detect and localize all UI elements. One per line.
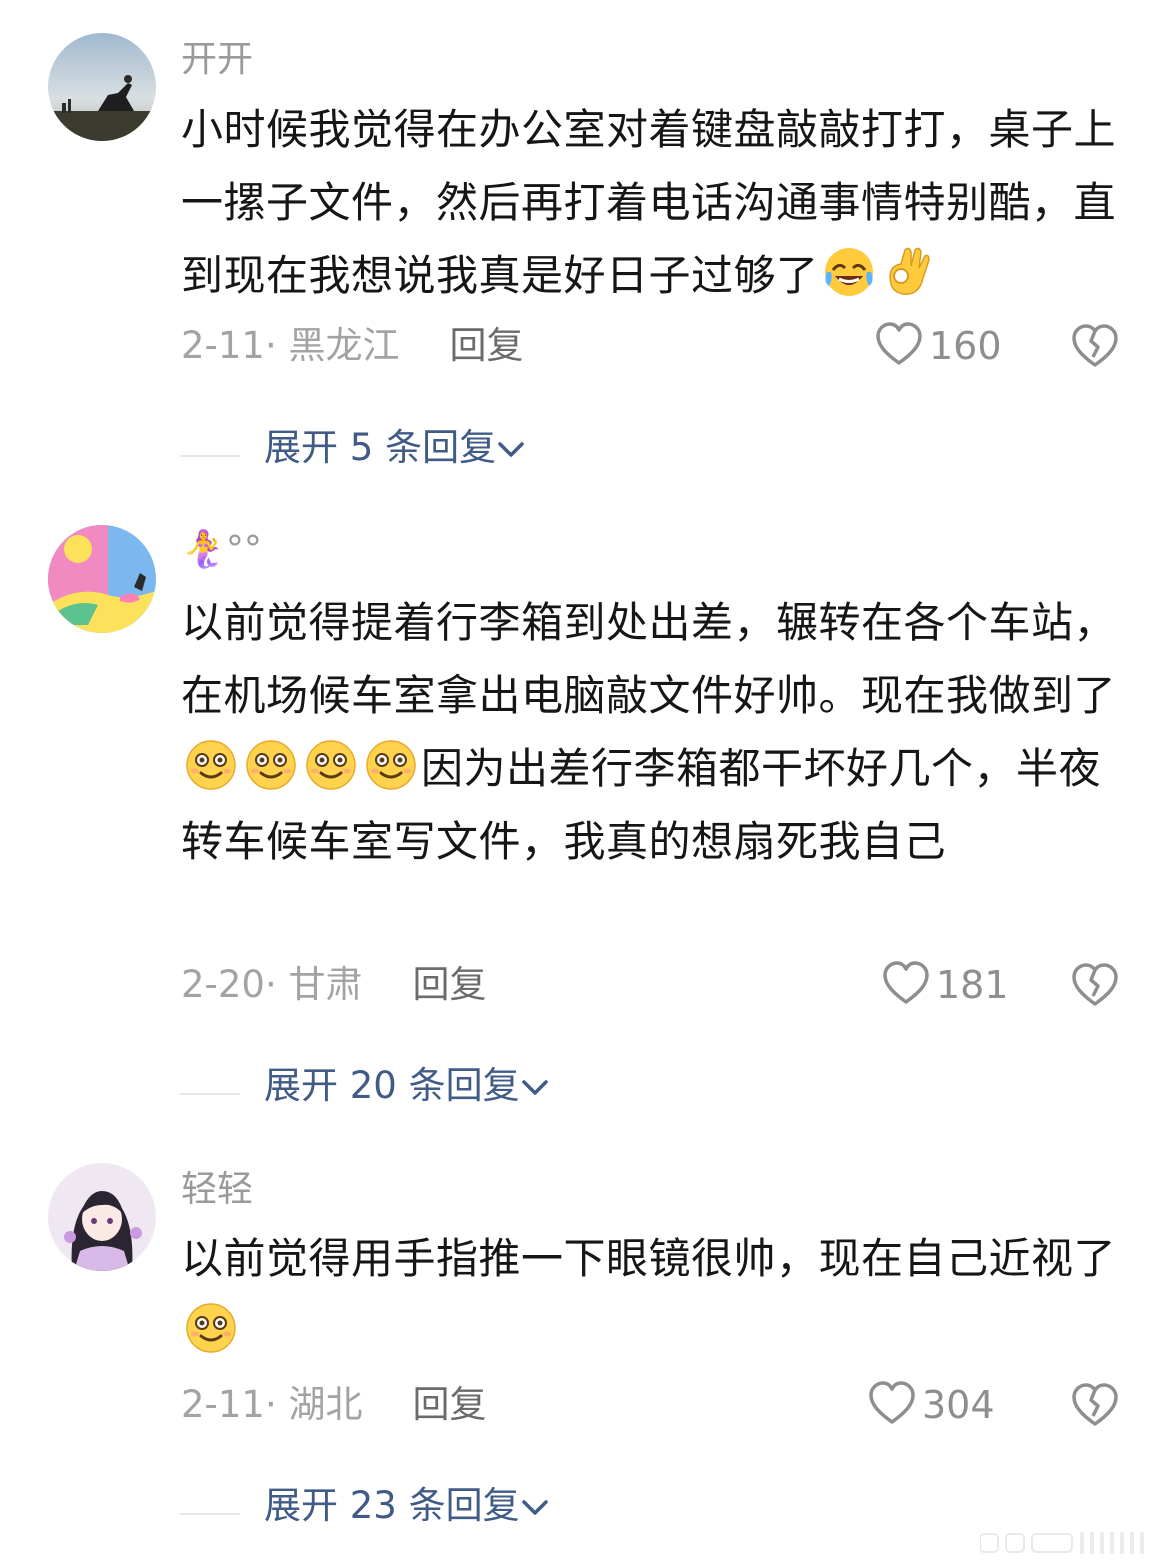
broken-heart-icon xyxy=(1072,963,1118,1006)
comment-meta: 2-11· 黑龙江 回复 xyxy=(181,321,524,371)
expand-replies: 展开 20 条回复 xyxy=(180,1061,550,1111)
username[interactable]: 轻轻 xyxy=(181,1166,253,1214)
laughing-crying-emoji xyxy=(821,244,877,300)
avatar[interactable] xyxy=(48,1163,156,1271)
username[interactable]: 开开 xyxy=(181,36,253,84)
dazed-smile-emoji xyxy=(183,737,239,793)
comment-meta: 2-11· 湖北 回复 xyxy=(181,1380,487,1430)
chevron-down-icon[interactable] xyxy=(520,1072,550,1102)
like-button[interactable]: 304 xyxy=(868,1380,995,1430)
broken-heart-icon xyxy=(1072,324,1118,367)
watermark xyxy=(979,1530,1160,1556)
avatar[interactable] xyxy=(48,525,156,633)
divider-line xyxy=(180,1512,240,1515)
like-count: 181 xyxy=(936,963,1009,1007)
reply-button[interactable]: 回复 xyxy=(413,1383,487,1426)
expand-replies-link[interactable]: 展开 5 条回复 xyxy=(264,426,496,469)
like-button[interactable]: 160 xyxy=(875,321,1002,371)
chevron-down-icon[interactable] xyxy=(496,434,526,464)
comment-text: 以前觉得提着行李箱到处出差，辗转在各个车站，在机场候车室拿出电脑敲文件好帅。现在… xyxy=(181,586,1116,878)
expand-replies: 展开 23 条回复 xyxy=(180,1481,550,1531)
ok-hand-emoji xyxy=(881,244,937,300)
expand-replies-link[interactable]: 展开 20 条回复 xyxy=(264,1064,520,1107)
reply-button[interactable]: 回复 xyxy=(450,324,524,367)
like-count: 304 xyxy=(922,1383,995,1427)
comment-list: 开开 小时候我觉得在办公室对着键盘敲敲打打，桌子上一摞子文件，然后再打着电话沟通… xyxy=(0,0,1170,1562)
comment-meta: 2-20· 甘肃 回复 xyxy=(181,960,487,1010)
chevron-down-icon[interactable] xyxy=(520,1492,550,1522)
dazed-smile-emoji xyxy=(243,737,299,793)
expand-replies: 展开 5 条回复 xyxy=(180,423,526,473)
comment-text: 以前觉得用手指推一下眼镜很帅，现在自己近视了 xyxy=(181,1222,1116,1368)
date-location: 2-11· 黑龙江 xyxy=(181,324,400,367)
dislike-button[interactable] xyxy=(1070,321,1120,371)
username[interactable]: 🧜‍♀️°° xyxy=(181,526,262,574)
heart-icon xyxy=(876,322,922,365)
like-button[interactable]: 181 xyxy=(882,960,1009,1010)
heart-icon xyxy=(883,961,929,1004)
dazed-smile-emoji xyxy=(183,1300,239,1356)
like-count: 160 xyxy=(929,324,1002,368)
dislike-button[interactable] xyxy=(1070,1380,1120,1430)
divider-line xyxy=(180,1092,240,1095)
dazed-smile-emoji xyxy=(363,737,419,793)
broken-heart-icon xyxy=(1072,1383,1118,1426)
divider-line xyxy=(180,454,240,457)
reply-button[interactable]: 回复 xyxy=(413,963,487,1006)
date-location: 2-20· 甘肃 xyxy=(181,963,363,1006)
dazed-smile-emoji xyxy=(303,737,359,793)
expand-replies-link[interactable]: 展开 23 条回复 xyxy=(264,1484,520,1527)
dislike-button[interactable] xyxy=(1070,960,1120,1010)
comment-text: 小时候我觉得在办公室对着键盘敲敲打打，桌子上一摞子文件，然后再打着电话沟通事情特… xyxy=(181,93,1116,312)
comment-text-part: 以前觉得提着行李箱到处出差，辗转在各个车站，在机场候车室拿出电脑敲文件好帅。现在… xyxy=(181,598,1117,720)
comment-text-part: 小时候我觉得在办公室对着键盘敲敲打打，桌子上一摞子文件，然后再打着电话沟通事情特… xyxy=(181,105,1117,300)
avatar[interactable] xyxy=(48,33,156,141)
comment-text-part: 以前觉得用手指推一下眼镜很帅，现在自己近视了 xyxy=(181,1234,1117,1283)
date-location: 2-11· 湖北 xyxy=(181,1383,363,1426)
heart-icon xyxy=(869,1381,915,1424)
